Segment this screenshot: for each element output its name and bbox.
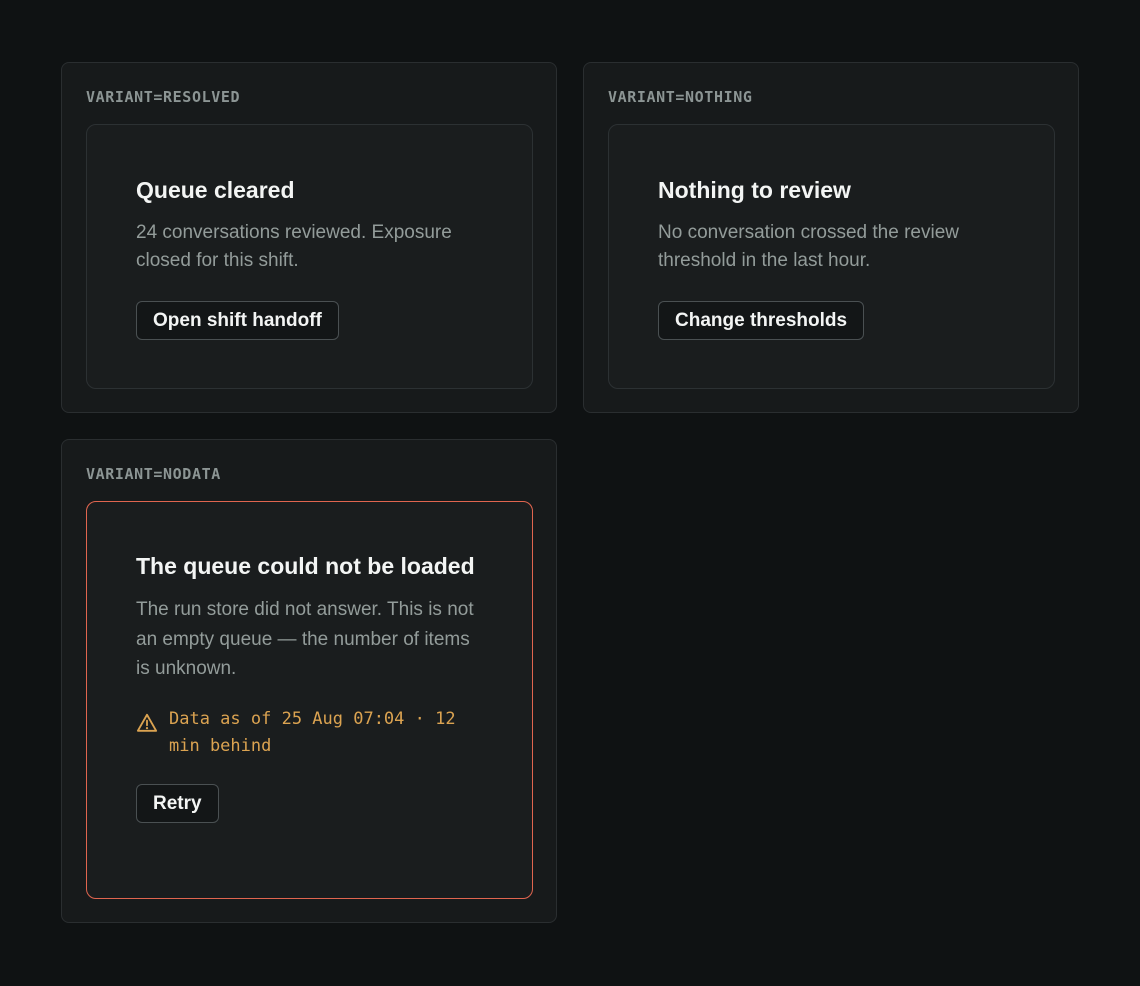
card-description: 24 conversations reviewed. Exposure clos…: [136, 222, 452, 271]
warning-triangle-icon: [136, 713, 158, 732]
card-description: No conversation crossed the review thres…: [658, 222, 959, 271]
card-title: Queue cleared: [136, 177, 295, 203]
variant-label: VARIANT=RESOLVED: [86, 88, 241, 106]
empty-state-card-resolved: Queue cleared 24 conversations reviewed.…: [86, 124, 533, 389]
card-title: The queue could not be loaded: [136, 553, 475, 579]
retry-button[interactable]: Retry: [136, 783, 219, 823]
staleness-notice: Data as of 25 Aug 07:04 · 12 min behind: [136, 706, 483, 760]
variant-label: VARIANT=NOTHING: [608, 88, 753, 106]
empty-state-card-nothing: Nothing to review No conversation crosse…: [608, 124, 1055, 389]
staleness-text: Data as of 25 Aug 07:04 · 12 min behind: [169, 708, 456, 756]
variant-label: VARIANT=NODATA: [86, 465, 221, 483]
variant-panel-resolved: VARIANT=RESOLVED Queue cleared 24 conver…: [61, 62, 557, 413]
variant-panel-nodata: VARIANT=NODATA The queue could not be lo…: [61, 439, 557, 923]
open-shift-handoff-button[interactable]: Open shift handoff: [136, 301, 339, 340]
card-description: The run store did not answer. This is no…: [136, 599, 474, 679]
card-title: Nothing to review: [658, 177, 851, 203]
error-state-card-nodata: The queue could not be loaded The run st…: [86, 501, 533, 899]
variant-panel-nothing: VARIANT=NOTHING Nothing to review No con…: [583, 62, 1079, 413]
change-thresholds-button[interactable]: Change thresholds: [658, 301, 865, 340]
